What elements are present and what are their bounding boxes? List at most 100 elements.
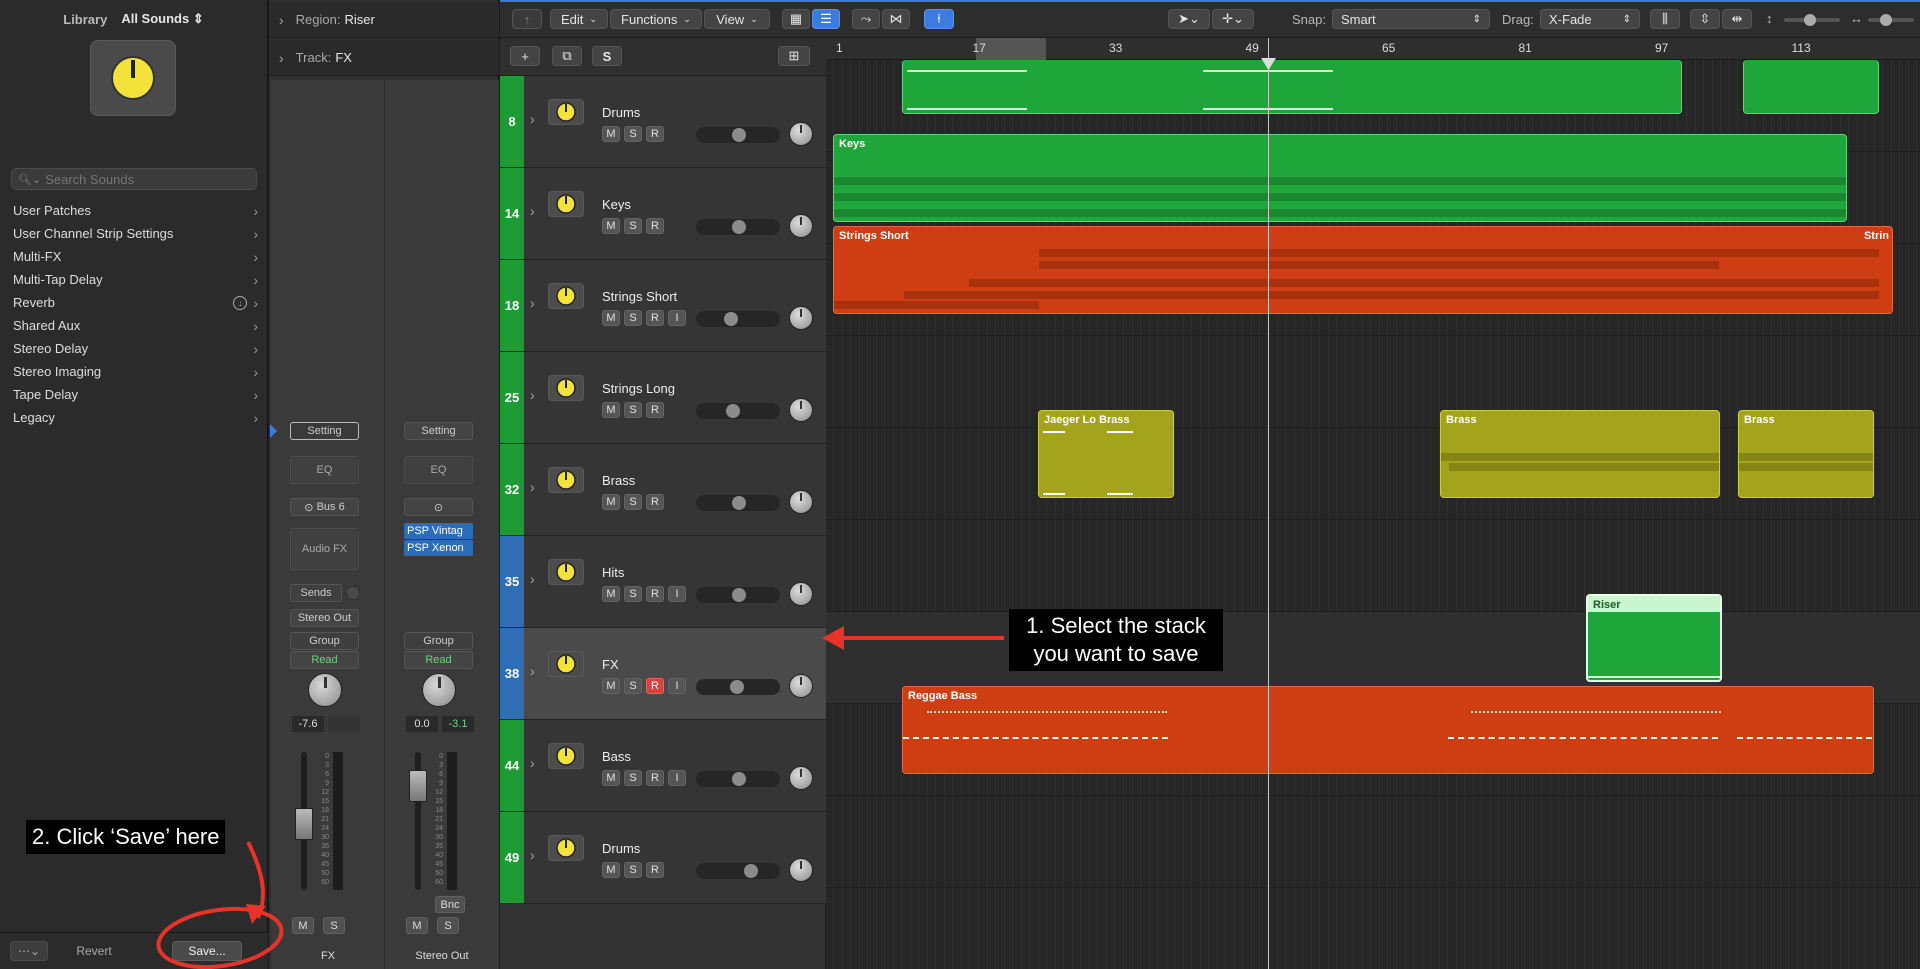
slider-thumb[interactable] <box>732 496 746 510</box>
mute-button[interactable]: M <box>602 402 620 418</box>
record-button[interactable]: R <box>646 770 664 786</box>
input-monitor-button[interactable]: I <box>668 770 686 786</box>
send-slot[interactable]: ⊙ Bus 6 <box>290 498 359 516</box>
group-slot[interactable]: Group <box>290 632 359 650</box>
track-name[interactable]: Strings Long <box>602 381 675 396</box>
solo-button[interactable]: S <box>624 310 642 326</box>
solo-button[interactable]: S <box>624 862 642 878</box>
track-icon[interactable] <box>548 559 584 585</box>
automation-button[interactable]: ⤳ <box>852 9 880 29</box>
volume-value[interactable]: -7.6 <box>292 716 324 732</box>
region-strings-short[interactable]: Strings Short Strin <box>833 226 1893 314</box>
library-item-tape-delay[interactable]: Tape Delay › <box>0 383 268 406</box>
track-name[interactable]: Hits <box>602 565 624 580</box>
chevron-right-icon[interactable]: › <box>530 755 535 771</box>
track-icon[interactable] <box>548 467 584 493</box>
solo-button[interactable]: S <box>624 402 642 418</box>
view-menu[interactable]: View ⌄ <box>704 9 770 29</box>
record-button[interactable]: R <box>646 218 664 234</box>
record-button[interactable]: R <box>646 126 664 142</box>
library-item-stereo-imaging[interactable]: Stereo Imaging › <box>0 360 268 383</box>
input-monitor-button[interactable]: I <box>668 586 686 602</box>
mute-button[interactable]: M <box>292 917 314 934</box>
duplicate-track-button[interactable]: ⧉ <box>552 46 582 66</box>
volume-fader-handle[interactable] <box>409 770 427 802</box>
mute-button[interactable]: M <box>602 310 620 326</box>
audio-fx-slot[interactable]: Audio FX <box>290 528 359 570</box>
vertical-zoom-slider[interactable] <box>1784 14 1840 26</box>
slider-thumb[interactable] <box>730 680 744 694</box>
track-name[interactable]: Strings Short <box>602 289 677 304</box>
library-item-multi-tap-delay[interactable]: Multi-Tap Delay › <box>0 268 268 291</box>
track-name[interactable]: Drums <box>602 105 640 120</box>
region-brass-1[interactable]: Brass <box>1440 410 1720 498</box>
secondary-tool[interactable]: ✛⌄ <box>1212 9 1254 29</box>
record-button[interactable]: R <box>646 862 664 878</box>
volume-value[interactable]: 0.0 <box>406 716 438 732</box>
region-drums[interactable] <box>902 60 1682 114</box>
library-item-legacy[interactable]: Legacy › <box>0 406 268 429</box>
inspector-track-row[interactable]: › Track: FX <box>269 40 499 76</box>
catch-button[interactable]: ⍿ <box>924 9 954 29</box>
volume-slider[interactable] <box>696 587 780 603</box>
volume-slider[interactable] <box>696 403 780 419</box>
region-jaeger-lo-brass[interactable]: Jaeger Lo Brass <box>1038 410 1174 498</box>
chevron-right-icon[interactable]: › <box>530 203 535 219</box>
library-item-shared-aux[interactable]: Shared Aux › <box>0 314 268 337</box>
track-header[interactable]: 49 › Drums M S R <box>500 812 826 904</box>
track-header[interactable]: 32 › Brass M S R <box>500 444 826 536</box>
plugin-slot-2[interactable]: PSP Xenon <box>404 540 473 556</box>
track-name[interactable]: Brass <box>602 473 635 488</box>
bar-ruler[interactable]: 1 17 33 49 65 81 97 113 <box>826 38 1920 60</box>
drag-select[interactable]: X-Fade ⇕ <box>1540 9 1640 29</box>
pan-knob[interactable] <box>789 858 813 882</box>
solo-button[interactable]: S <box>624 770 642 786</box>
save-button[interactable]: Save... <box>172 941 242 961</box>
snap-select[interactable]: Smart ⇕ <box>1332 9 1490 29</box>
track-icon[interactable] <box>548 99 584 125</box>
inspector-region-row[interactable]: › Region: Riser <box>269 2 499 38</box>
slider-thumb[interactable] <box>732 588 746 602</box>
chevron-right-icon[interactable]: › <box>530 295 535 311</box>
download-icon[interactable]: ↓ <box>233 295 248 310</box>
link-button[interactable]: ⊙ <box>404 498 473 516</box>
solo-button[interactable]: S <box>624 678 642 694</box>
setting-button[interactable]: Setting <box>290 422 359 440</box>
volume-fader-handle[interactable] <box>295 808 313 840</box>
library-item-multi-fx[interactable]: Multi-FX › <box>0 245 268 268</box>
track-icon[interactable] <box>548 743 584 769</box>
edit-menu[interactable]: Edit ⌄ <box>550 9 608 29</box>
slider-thumb[interactable] <box>744 864 758 878</box>
track-header[interactable]: 8 › Drums M S R <box>500 76 826 168</box>
solo-button[interactable]: S <box>437 917 459 934</box>
track-header[interactable]: 18 › Strings Short M S R I <box>500 260 826 352</box>
library-item-reverb[interactable]: Reverb ↓ › <box>0 291 268 314</box>
volume-slider[interactable] <box>696 495 780 511</box>
mute-button[interactable]: M <box>406 917 428 934</box>
input-monitor-button[interactable]: I <box>668 310 686 326</box>
mute-button[interactable]: M <box>602 494 620 510</box>
track-icon[interactable] <box>548 283 584 309</box>
library-sound-selector[interactable]: All Sounds ⇕ <box>121 11 203 27</box>
pan-knob[interactable] <box>789 490 813 514</box>
mute-button[interactable]: M <box>602 862 620 878</box>
region-reggae-bass[interactable]: Reggae Bass <box>902 686 1874 774</box>
chevron-right-icon[interactable]: › <box>530 571 535 587</box>
track-name[interactable]: Bass <box>602 749 631 764</box>
track-header[interactable]: 35 › Hits M S R I <box>500 536 826 628</box>
group-slot[interactable]: Group <box>404 632 473 650</box>
track-header[interactable]: 44 › Bass M S R I <box>500 720 826 812</box>
mute-button[interactable]: M <box>602 218 620 234</box>
mute-button[interactable]: M <box>602 678 620 694</box>
volume-slider[interactable] <box>696 863 780 879</box>
pan-knob[interactable] <box>789 122 813 146</box>
track-icon[interactable] <box>548 375 584 401</box>
mute-button[interactable]: M <box>602 126 620 142</box>
volume-slider[interactable] <box>696 679 780 695</box>
pan-knob[interactable] <box>789 214 813 238</box>
track-name[interactable]: Keys <box>602 197 631 212</box>
region-riser[interactable]: Riser <box>1586 594 1722 682</box>
send-level-knob[interactable] <box>346 586 360 600</box>
flex-button[interactable]: ⋈ <box>882 9 910 29</box>
track-header[interactable]: 38 › FX M S R I <box>500 628 826 720</box>
